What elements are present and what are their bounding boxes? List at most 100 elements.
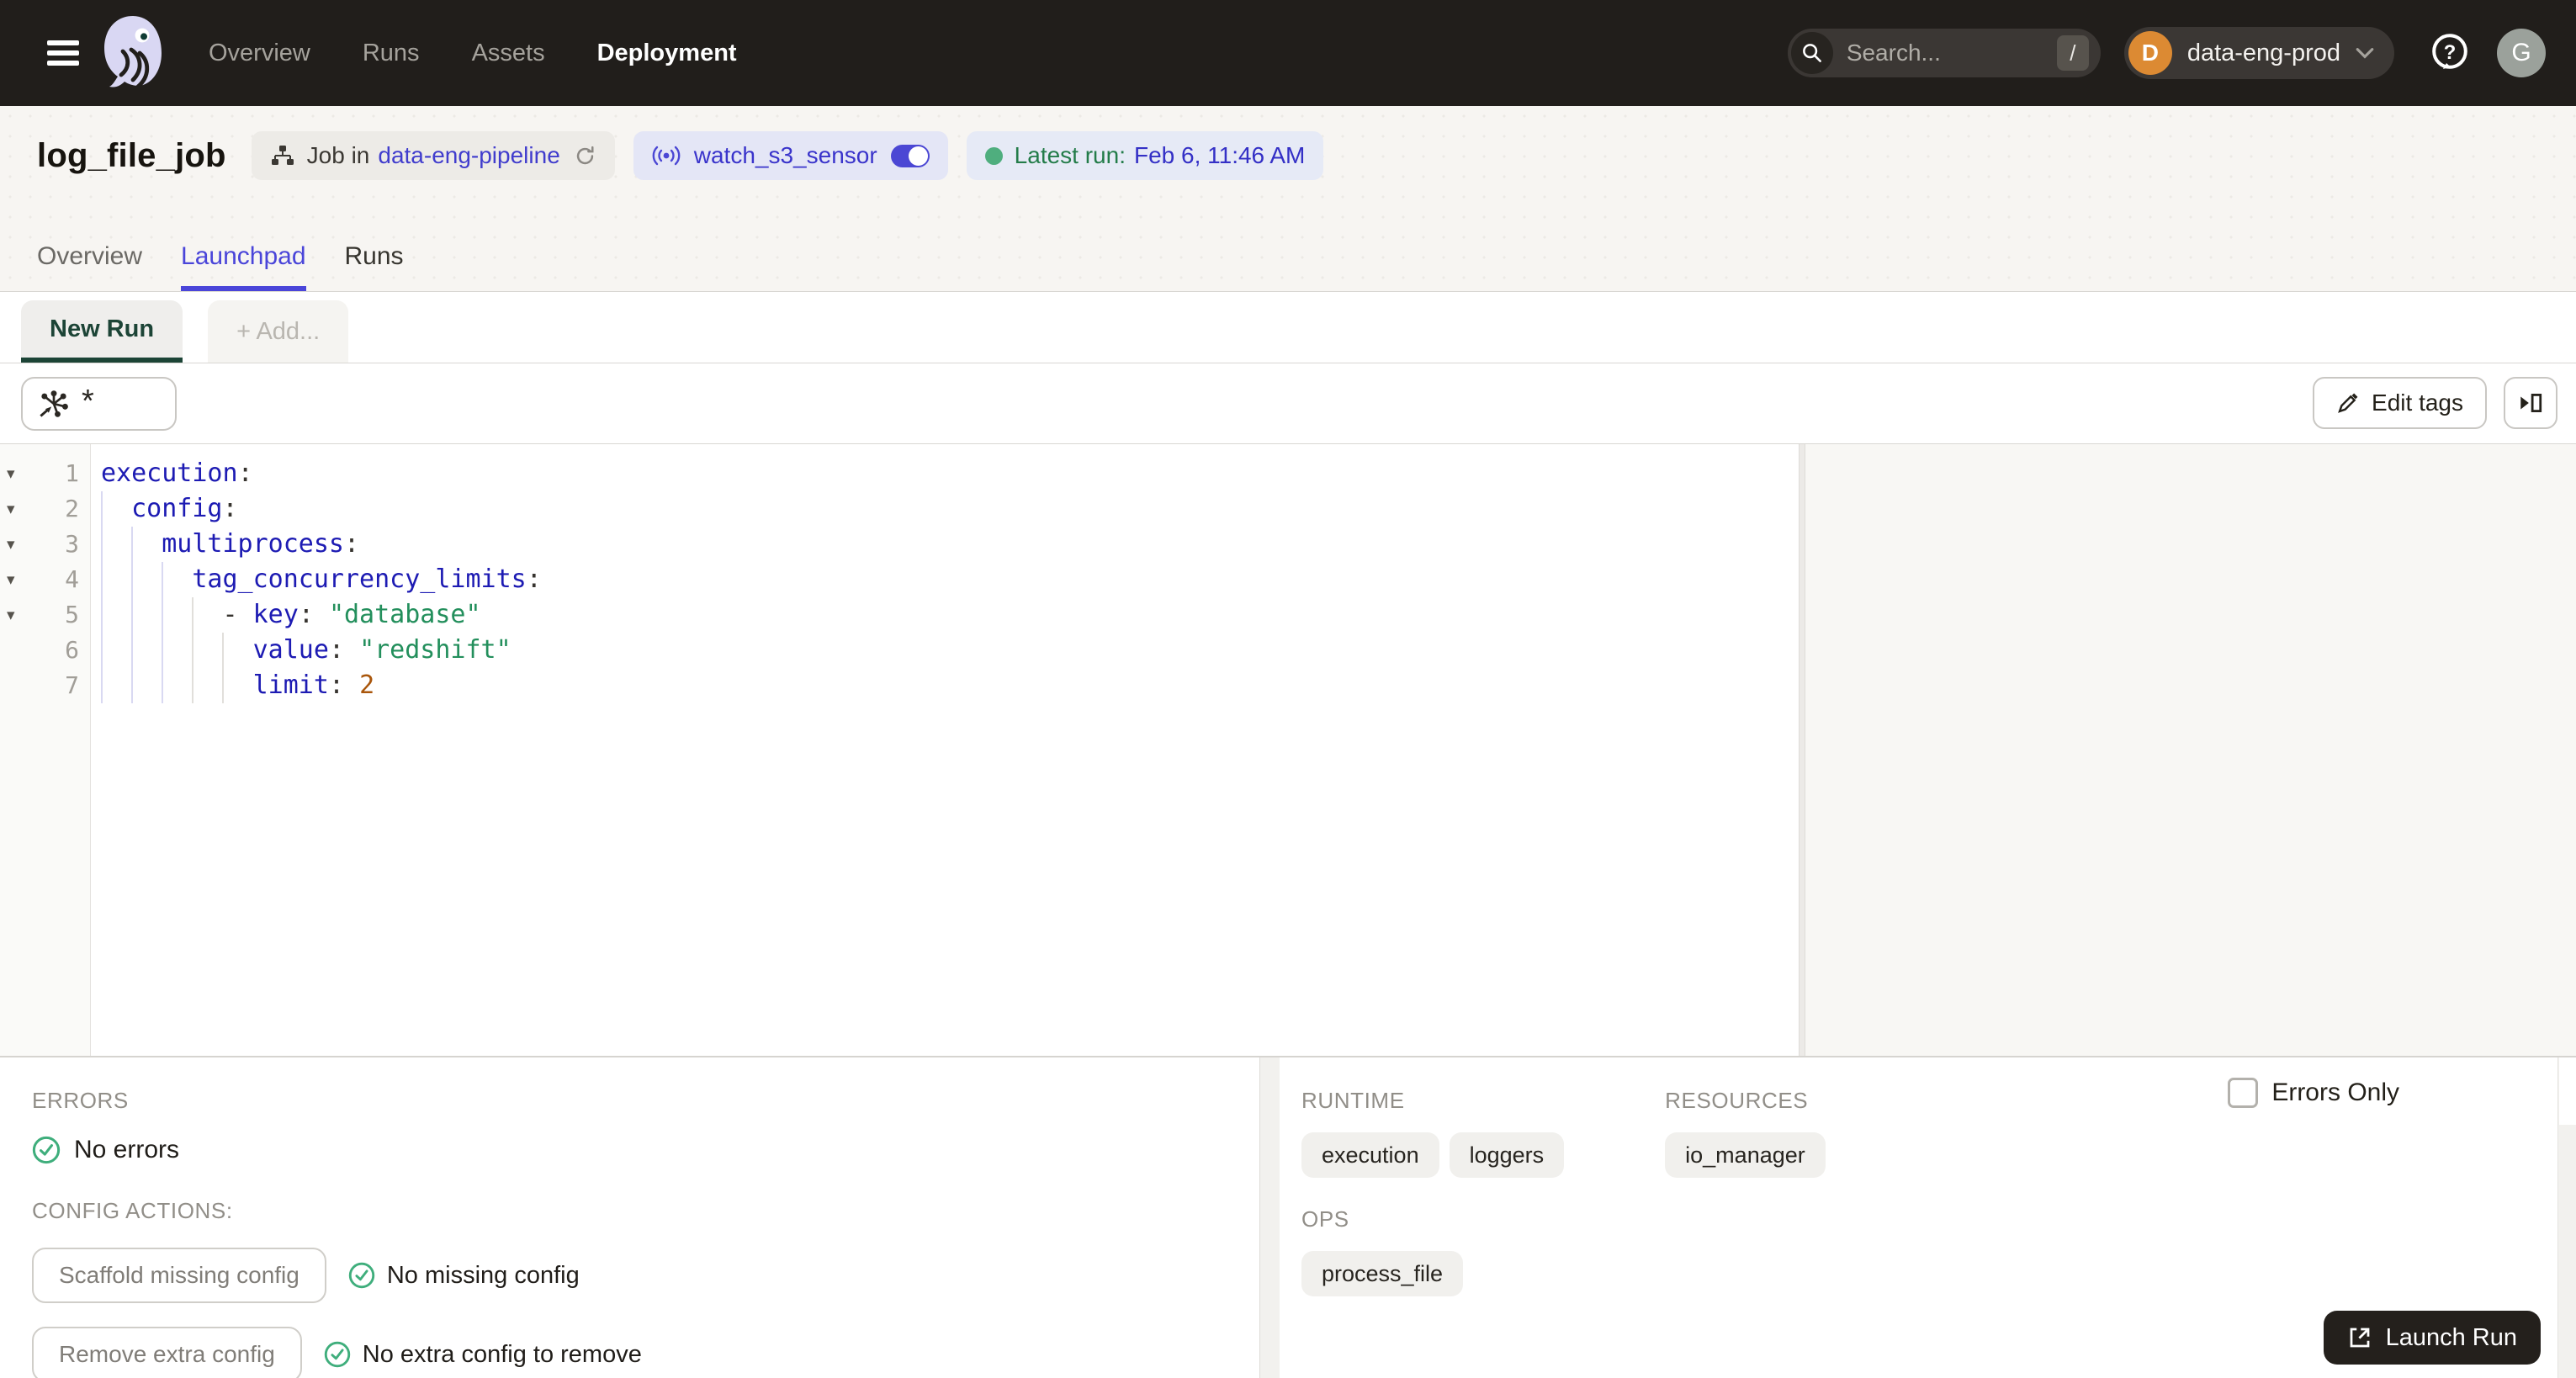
no-missing-config-label: No missing config bbox=[386, 1261, 580, 1289]
job-header: log_file_job Job in data-eng-pipeline wa… bbox=[0, 106, 2576, 292]
tab-launchpad[interactable]: Launchpad bbox=[181, 242, 306, 291]
sensor-toggle[interactable] bbox=[890, 144, 930, 167]
op-selector-icon bbox=[38, 390, 70, 418]
code-row: 6 value: "redshift" bbox=[0, 633, 1799, 668]
launch-run-button[interactable]: Launch Run bbox=[2323, 1311, 2541, 1365]
sensor-link[interactable]: watch_s3_sensor bbox=[694, 142, 877, 169]
code-row: ▾ 5 - key: "database" bbox=[0, 597, 1799, 633]
deployment-initial-badge: D bbox=[2128, 31, 2172, 75]
repo-link[interactable]: data-eng-pipeline bbox=[378, 142, 559, 169]
deployment-switcher[interactable]: D data-eng-prod bbox=[2123, 27, 2394, 79]
edit-tags-button[interactable]: Edit tags bbox=[2313, 377, 2487, 429]
expand-panel-icon bbox=[2517, 390, 2544, 416]
search-box[interactable]: / bbox=[1787, 29, 2101, 77]
errors-heading: ERRORS bbox=[32, 1088, 129, 1113]
code-row: ▾ 2 config: bbox=[0, 491, 1799, 527]
runtime-section: RUNTIME execution loggers bbox=[1301, 1088, 1565, 1178]
user-avatar[interactable]: G bbox=[2497, 29, 2546, 77]
scaffold-missing-config-button[interactable]: Scaffold missing config bbox=[32, 1248, 326, 1303]
ops-tag-process-file[interactable]: process_file bbox=[1301, 1251, 1464, 1296]
code-line[interactable]: limit: 2 bbox=[91, 668, 1799, 703]
hamburger-menu-icon[interactable] bbox=[47, 40, 79, 66]
nav-assets[interactable]: Assets bbox=[472, 40, 545, 67]
tab-runs[interactable]: Runs bbox=[345, 242, 404, 291]
search-input[interactable] bbox=[1846, 40, 2057, 66]
resources-heading: RESOURCES bbox=[1665, 1088, 1809, 1113]
sections-panel: RUNTIME execution loggers RESOURCES io_m… bbox=[1280, 1057, 2576, 1378]
latest-run-pill: Latest run: Feb 6, 11:46 AM bbox=[966, 131, 1324, 180]
editor-right-pane bbox=[1805, 444, 2576, 1056]
runtime-tag-execution[interactable]: execution bbox=[1301, 1132, 1439, 1178]
code-row: ▾ 1 execution: bbox=[0, 456, 1799, 491]
fold-arrow-icon[interactable]: ▾ bbox=[7, 597, 15, 633]
launchpad-config-tabs: New Run + Add... bbox=[0, 292, 2576, 363]
code-line[interactable]: - key: "database" bbox=[91, 597, 1799, 633]
chevron-down-icon bbox=[2356, 47, 2374, 59]
nav-deployment[interactable]: Deployment bbox=[597, 40, 737, 67]
no-extra-config-status: No extra config to remove bbox=[324, 1341, 642, 1369]
code-row: 7 limit: 2 bbox=[0, 668, 1799, 703]
expand-panel-button[interactable] bbox=[2504, 377, 2557, 429]
sensor-pill: watch_s3_sensor bbox=[633, 131, 948, 180]
bottom-split-resize-handle[interactable] bbox=[1259, 1057, 1280, 1378]
line-number: 3 bbox=[65, 530, 79, 558]
check-circle-icon bbox=[324, 1341, 350, 1368]
deployment-name: data-eng-prod bbox=[2186, 39, 2340, 66]
search-shortcut-badge: / bbox=[2056, 35, 2089, 71]
scrollbar-thumb[interactable] bbox=[2559, 1057, 2576, 1125]
errors-only-control[interactable]: Errors Only bbox=[2228, 1078, 2399, 1108]
launch-run-label: Launch Run bbox=[2385, 1323, 2517, 1351]
launch-icon bbox=[2347, 1325, 2372, 1350]
job-in-label: Job in bbox=[306, 142, 370, 168]
code-line[interactable]: execution: bbox=[91, 456, 1799, 491]
reload-icon[interactable] bbox=[574, 145, 596, 167]
code-line[interactable]: config: bbox=[91, 491, 1799, 527]
vertical-scrollbar[interactable] bbox=[2557, 1057, 2576, 1378]
code-line[interactable]: multiprocess: bbox=[91, 527, 1799, 562]
errors-only-label: Errors Only bbox=[2271, 1079, 2399, 1106]
runtime-tag-loggers[interactable]: loggers bbox=[1449, 1132, 1565, 1178]
sensor-icon bbox=[652, 143, 681, 168]
op-selector-input[interactable]: * bbox=[21, 377, 177, 431]
code-line[interactable]: tag_concurrency_limits: bbox=[91, 562, 1799, 597]
op-selector-value: * bbox=[82, 383, 94, 419]
title-row: log_file_job Job in data-eng-pipeline wa… bbox=[0, 106, 2576, 180]
page-title: log_file_job bbox=[37, 136, 226, 174]
check-circle-icon bbox=[348, 1262, 375, 1289]
latest-run-link[interactable]: Feb 6, 11:46 AM bbox=[1134, 142, 1305, 169]
config-actions-heading: CONFIG ACTIONS: bbox=[32, 1198, 233, 1223]
header-pills: Job in data-eng-pipeline watch_s3_sensor… bbox=[251, 131, 1324, 180]
job-graph-icon bbox=[270, 143, 295, 168]
config-editor[interactable]: ▾ 1 execution: ▾ 2 config: ▾ 3 multiprocess… bbox=[0, 444, 1799, 1056]
fold-arrow-icon[interactable]: ▾ bbox=[7, 456, 15, 491]
latest-run-label: Latest run: bbox=[1014, 142, 1126, 168]
runtime-heading: RUNTIME bbox=[1301, 1088, 1405, 1113]
config-tab-new-run[interactable]: New Run bbox=[21, 300, 183, 363]
config-tab-add[interactable]: + Add... bbox=[208, 300, 349, 363]
check-circle-icon bbox=[32, 1136, 61, 1164]
job-tabs: Overview Launchpad Runs bbox=[0, 242, 404, 291]
fold-arrow-icon[interactable]: ▾ bbox=[7, 527, 15, 562]
dagster-launchpad-page: Overview Runs Assets Deployment / D data… bbox=[0, 0, 2576, 1378]
code-line[interactable]: value: "redshift" bbox=[91, 633, 1799, 668]
remove-action-row: Remove extra config No extra config to r… bbox=[32, 1327, 1259, 1378]
no-extra-config-label: No extra config to remove bbox=[362, 1340, 642, 1368]
nav-overview[interactable]: Overview bbox=[209, 40, 310, 67]
fold-arrow-icon[interactable]: ▾ bbox=[7, 562, 15, 597]
no-errors-status: No errors bbox=[32, 1136, 1259, 1164]
line-number: 2 bbox=[65, 495, 79, 522]
split-resize-handle[interactable] bbox=[1799, 444, 1805, 1056]
resources-tag-io-manager[interactable]: io_manager bbox=[1665, 1132, 1826, 1178]
ops-heading: OPS bbox=[1301, 1206, 1349, 1232]
fold-arrow-icon[interactable]: ▾ bbox=[7, 491, 15, 527]
no-errors-label: No errors bbox=[74, 1136, 180, 1163]
line-number: 1 bbox=[65, 459, 79, 487]
no-missing-config-status: No missing config bbox=[348, 1262, 580, 1290]
search-icon bbox=[1790, 32, 1833, 74]
errors-only-checkbox[interactable] bbox=[2228, 1078, 2259, 1108]
remove-extra-config-button[interactable]: Remove extra config bbox=[32, 1327, 302, 1378]
help-icon[interactable]: ? bbox=[2430, 32, 2470, 74]
nav-runs[interactable]: Runs bbox=[363, 40, 420, 67]
dagster-logo-icon[interactable] bbox=[98, 13, 172, 93]
tab-overview[interactable]: Overview bbox=[37, 242, 142, 291]
